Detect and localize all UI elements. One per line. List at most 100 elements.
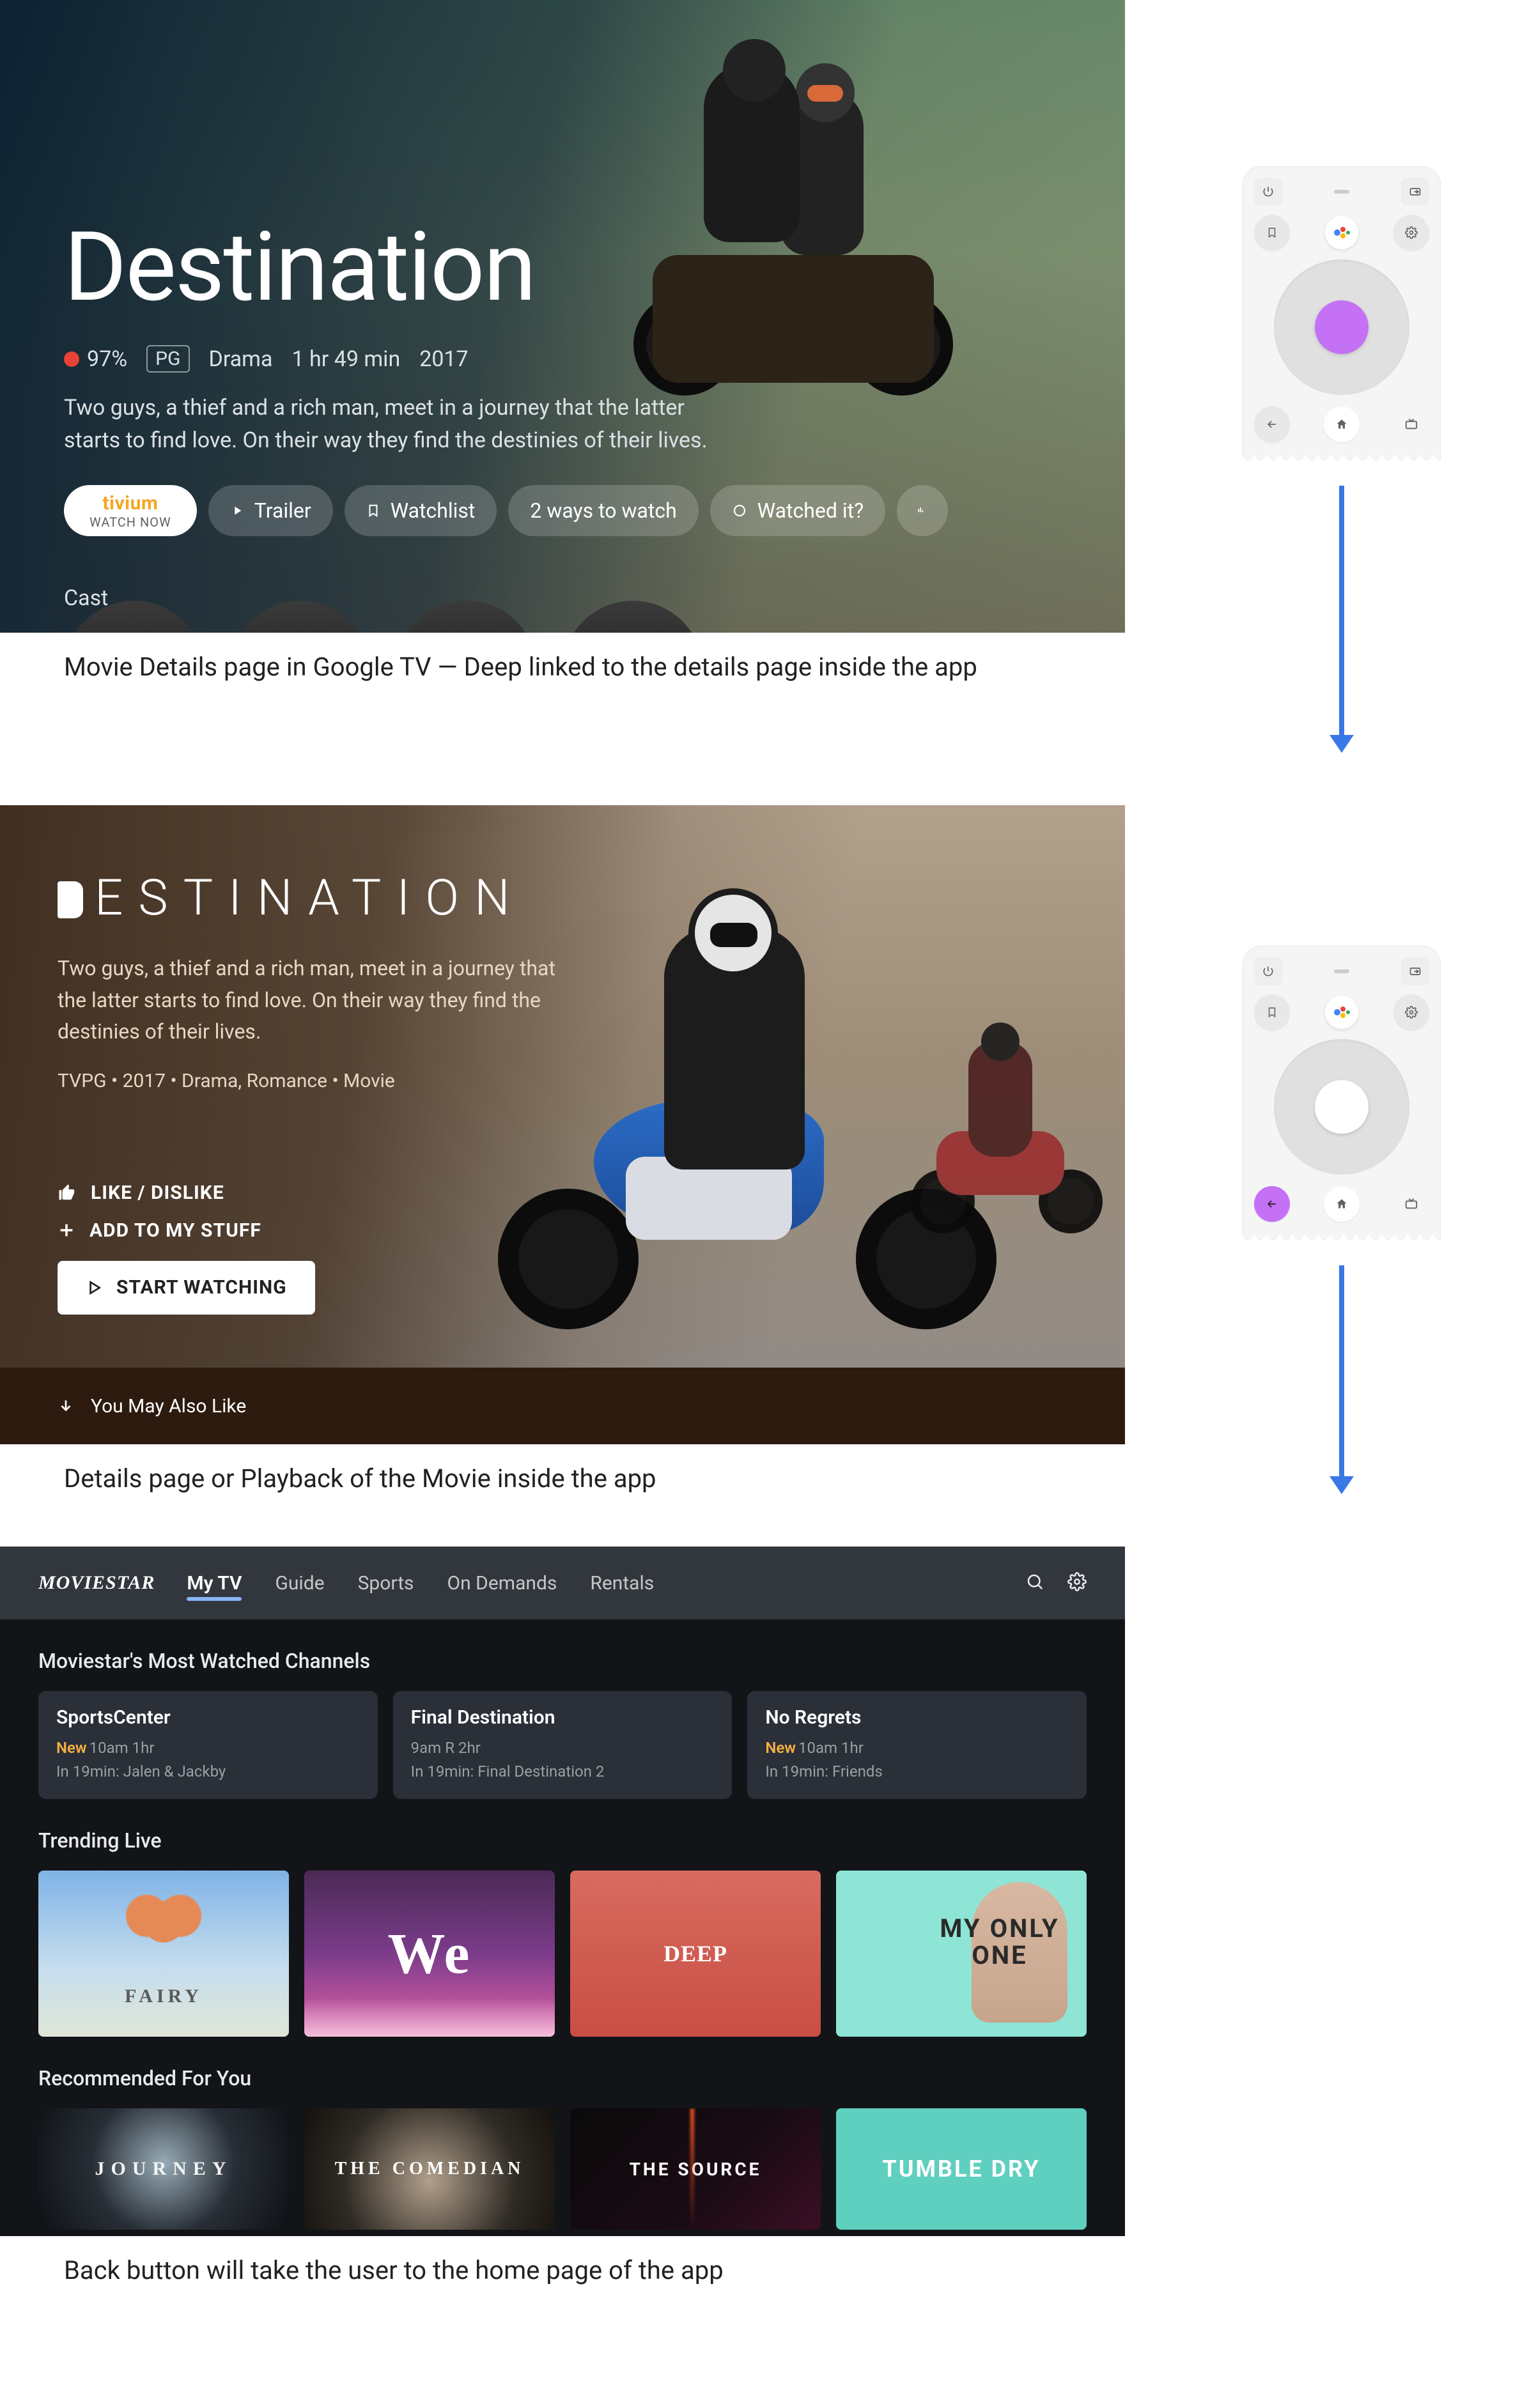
rating-badge: PG	[146, 345, 189, 373]
play-outline-icon	[86, 1279, 102, 1296]
power-icon	[1262, 965, 1275, 978]
power-button[interactable]	[1254, 178, 1282, 206]
assistant-button[interactable]	[1325, 216, 1358, 249]
trending-thumb[interactable]: DEEP	[570, 1871, 821, 2037]
movie-description: Two guys, a thief and a rich man, meet i…	[64, 392, 741, 457]
home-button[interactable]	[1324, 406, 1360, 442]
settings-button[interactable]	[1067, 1572, 1087, 1594]
gear-icon	[1405, 1006, 1418, 1019]
assistant-button[interactable]	[1325, 996, 1358, 1029]
tab-on-demands[interactable]: On Demands	[447, 1554, 557, 1612]
moviestar-home-screen: MOVIESTAR My TV Guide Sports On Demands …	[0, 1547, 1125, 2236]
watchlist-label: Watchlist	[391, 498, 476, 523]
start-watching-button[interactable]: START WATCHING	[58, 1261, 315, 1315]
add-to-stuff-button[interactable]: ADD TO MY STUFF	[58, 1219, 261, 1242]
watched-it-button[interactable]: Watched it?	[710, 485, 885, 536]
trending-heading: Trending Live	[0, 1799, 1125, 1871]
back-button[interactable]	[1254, 406, 1290, 442]
top-tabs: My TV Guide Sports On Demands Rentals	[187, 1554, 654, 1612]
back-button-highlighted[interactable]	[1254, 1186, 1290, 1222]
play-icon	[230, 504, 244, 518]
dpad[interactable]	[1274, 1039, 1409, 1175]
movie-title: Destination	[64, 211, 1061, 323]
like-label: LIKE / DISLIKE	[91, 1182, 224, 1204]
remote-control	[1243, 946, 1441, 1240]
tab-my-tv[interactable]: My TV	[187, 1554, 242, 1612]
google-tv-details-screen: Destination 97% PG Drama 1 hr 49 min 201…	[0, 0, 1125, 633]
card-line1: 9am R 2hr	[411, 1736, 715, 1760]
watchlist-button[interactable]: Watchlist	[345, 485, 497, 536]
tv-icon	[1404, 417, 1418, 431]
home-button[interactable]	[1324, 1186, 1360, 1222]
tab-sports[interactable]: Sports	[358, 1554, 414, 1612]
recommended-thumb[interactable]: JOURNEY	[38, 2108, 289, 2230]
bookmark-button[interactable]	[1254, 215, 1290, 251]
provider-brand: tivium	[102, 492, 158, 514]
most-watched-heading: Moviestar's Most Watched Channels	[0, 1619, 1125, 1691]
score-badge: 97%	[64, 346, 127, 372]
dpad[interactable]	[1274, 259, 1409, 395]
trending-thumb[interactable]: We	[304, 1871, 555, 2037]
trending-thumb[interactable]: MY ONLY ONE	[836, 1871, 1087, 2037]
flow-arrow-1	[1326, 486, 1358, 754]
watched-label: Watched it?	[757, 498, 864, 523]
microphone-icon	[1334, 190, 1349, 194]
input-button[interactable]	[1401, 957, 1429, 985]
remote-control	[1243, 166, 1441, 460]
tv-button[interactable]	[1393, 406, 1429, 442]
settings-button[interactable]	[1393, 215, 1429, 251]
chevron-down-icon	[58, 1398, 74, 1414]
tab-rentals[interactable]: Rentals	[590, 1554, 654, 1612]
caption-2: Details page or Playback of the Movie in…	[0, 1444, 1125, 1519]
bookmark-button[interactable]	[1254, 994, 1290, 1030]
recommended-heading: Recommended For You	[0, 2037, 1125, 2108]
plus-icon	[58, 1221, 75, 1239]
power-button[interactable]	[1254, 957, 1282, 985]
assistant-icon	[1334, 225, 1349, 240]
search-icon	[1025, 1572, 1044, 1591]
thumbs-up-icon	[58, 1183, 77, 1202]
bookmark-icon	[366, 502, 380, 519]
app-movie-meta: TVPG • 2017 • Drama, Romance • Movie	[58, 1070, 556, 1092]
watch-now-label: WATCH NOW	[89, 514, 171, 530]
input-button[interactable]	[1401, 178, 1429, 206]
power-icon	[1262, 185, 1275, 198]
channel-card[interactable]: No Regrets New10am 1hr In 19min: Friends	[747, 1691, 1087, 1799]
app-movie-title: ESTINATION	[58, 869, 556, 927]
dpad-select-button[interactable]	[1315, 1080, 1369, 1134]
watch-now-button[interactable]: tivium WATCH NOW	[64, 485, 197, 536]
trailer-button[interactable]: Trailer	[208, 485, 333, 536]
search-button[interactable]	[1025, 1572, 1044, 1594]
recommended-thumb[interactable]: THE SOURCE	[570, 2108, 821, 2230]
top-bar: MOVIESTAR My TV Guide Sports On Demands …	[0, 1547, 1125, 1619]
card-line2: In 19min: Final Destination 2	[411, 1760, 715, 1784]
ways-to-watch-button[interactable]: 2 ways to watch	[508, 485, 698, 536]
recommended-thumb[interactable]: THE COMEDIAN	[304, 2108, 555, 2230]
caption-3: Back button will take the user to the ho…	[0, 2236, 1125, 2311]
rate-icon	[914, 503, 931, 518]
flow-arrow-2	[1326, 1265, 1358, 1495]
settings-button[interactable]	[1393, 994, 1429, 1030]
ways-label: 2 ways to watch	[530, 498, 676, 523]
you-may-also-like-row[interactable]: You May Also Like	[0, 1368, 1125, 1444]
dpad-select-button[interactable]	[1315, 300, 1369, 354]
card-title: SportsCenter	[56, 1706, 360, 1729]
recommended-thumb[interactable]: TUMBLE DRY	[836, 2108, 1087, 2230]
title-d-glyph	[58, 881, 83, 918]
channel-card[interactable]: Final Destination 9am R 2hr In 19min: Fi…	[393, 1691, 733, 1799]
year-label: 2017	[419, 346, 468, 372]
genre-label: Drama	[209, 346, 273, 372]
home-icon	[1335, 418, 1348, 431]
assistant-icon	[1334, 1005, 1349, 1020]
tv-button[interactable]	[1393, 1186, 1429, 1222]
card-line1: New10am 1hr	[765, 1736, 1069, 1760]
back-arrow-icon	[1266, 418, 1278, 431]
channel-card[interactable]: SportsCenter New10am 1hr In 19min: Jalen…	[38, 1691, 378, 1799]
tab-guide[interactable]: Guide	[275, 1554, 324, 1612]
card-line2: In 19min: Friends	[765, 1760, 1069, 1784]
app-logo: MOVIESTAR	[38, 1572, 155, 1594]
like-dislike-button[interactable]: LIKE / DISLIKE	[58, 1182, 224, 1204]
gear-icon	[1067, 1572, 1087, 1591]
more-button[interactable]	[897, 485, 948, 536]
trending-thumb[interactable]: FAIRY	[38, 1871, 289, 2037]
